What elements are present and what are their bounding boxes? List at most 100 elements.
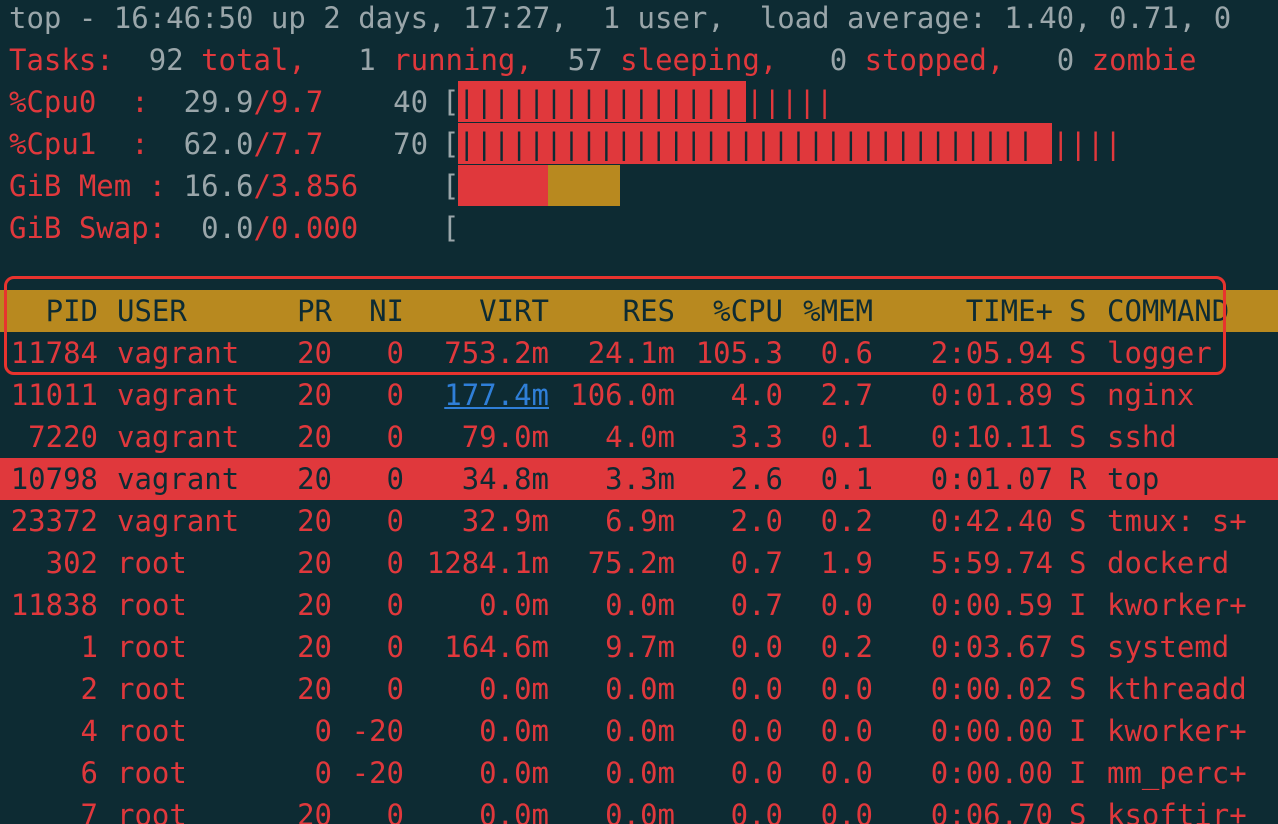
cell-res: 9.7m [605, 630, 675, 664]
tasks-total-label: total, [201, 43, 306, 77]
cell-state: I [1069, 588, 1087, 622]
cell-cpu: 0.0 [730, 756, 783, 790]
cell-pr: 0 [314, 756, 332, 790]
process-row[interactable]: 2 root 20 0 0.0m 0.0m 0.0 0.0 0:00.02 Skthreadd [0, 668, 1278, 710]
cell-pid: 10798 [10, 462, 98, 496]
cell-mem: 0.1 [820, 420, 873, 454]
cell-time: 0:10.11 [930, 420, 1053, 454]
cpu0-system-value: 9.7 [270, 85, 324, 119]
process-row[interactable]: 1 root 20 0 164.6m 9.7m 0.0 0.2 0:03.67 Ssystemd [0, 626, 1278, 668]
cell-time: 0:06.70 [930, 798, 1053, 824]
header-command[interactable]: COMMAND [1107, 290, 1278, 332]
cell-virt: 177.4m [404, 374, 549, 416]
process-row[interactable]: 11011 vagrant 20 0 177.4m 106.0m 4.0 2.7 0:01.89… [0, 374, 1278, 416]
cell-cpu: 3.3 [730, 420, 783, 454]
mem-separator: / [253, 169, 271, 203]
cell-state: I [1069, 714, 1087, 748]
cell-pid: 11838 [10, 588, 98, 622]
cell-command: kthreadd [1107, 672, 1247, 706]
mem-used-bar [458, 165, 548, 206]
cell-res: 75.2m [587, 546, 675, 580]
tasks-sleeping-value: 57 [567, 43, 603, 77]
cell-time: 0:42.40 [930, 504, 1053, 538]
cell-time: 0:03.67 [930, 630, 1053, 664]
cell-pr: 20 [297, 462, 332, 496]
cell-cpu: 0.7 [730, 588, 783, 622]
cell-user: vagrant [117, 336, 240, 370]
process-row[interactable]: 11784 vagrant 20 0 753.2m 24.1m 105.3 0.6 2:05.9… [0, 332, 1278, 374]
cell-pr: 0 [314, 714, 332, 748]
process-row[interactable]: 4 root 0 -20 0.0m 0.0m 0.0 0.0 0:00.00 Ikworker+ [0, 710, 1278, 752]
header-cpu[interactable]: %CPU [675, 290, 783, 332]
cell-cpu: 0.0 [730, 672, 783, 706]
process-row[interactable]: 6 root 0 -20 0.0m 0.0m 0.0 0.0 0:00.00 Imm_perc+ [0, 752, 1278, 794]
cell-mem: 0.2 [820, 630, 873, 664]
header-time[interactable]: TIME+ [873, 290, 1053, 332]
cell-mem: 0.0 [820, 798, 873, 824]
tasks-running-value: 1 [358, 43, 376, 77]
header-pid[interactable]: PID [0, 290, 98, 332]
swap-line: GiB Swap: 0.0/0.000 [9, 207, 358, 249]
process-row[interactable]: 7220 vagrant 20 0 79.0m 4.0m 3.3 0.1 0:10.11 Sssh… [0, 416, 1278, 458]
cell-res: 6.9m [605, 504, 675, 538]
header-virt[interactable]: VIRT [404, 290, 549, 332]
cell-mem: 0.2 [820, 504, 873, 538]
cell-command: kworker+ [1107, 588, 1247, 622]
cell-command: kworker+ [1107, 714, 1247, 748]
cell-virt: 1284.1m [426, 546, 549, 580]
cell-cpu: 2.6 [730, 462, 783, 496]
mem-label: GiB Mem : [9, 169, 167, 203]
cell-cpu: 105.3 [695, 336, 783, 370]
cell-state: S [1069, 378, 1087, 412]
cell-res: 0.0m [605, 672, 675, 706]
cell-virt: 0.0m [479, 588, 549, 622]
cell-res: 3.3m [605, 462, 675, 496]
cell-state: S [1069, 546, 1087, 580]
cell-user: vagrant [117, 378, 240, 412]
swap-separator: / [253, 211, 271, 245]
cell-state: S [1069, 630, 1087, 664]
cell-virt: 0.0m [479, 714, 549, 748]
cell-pid: 302 [45, 546, 98, 580]
cell-ni: -20 [351, 714, 404, 748]
cell-pr: 20 [297, 378, 332, 412]
process-row[interactable]: 23372 vagrant 20 0 32.9m 6.9m 2.0 0.2 0:42.40 Stm… [0, 500, 1278, 542]
cell-command: top [1107, 462, 1160, 496]
process-row[interactable]: 302 root 20 0 1284.1m 75.2m 0.7 1.9 5:59.74 Sdock… [0, 542, 1278, 584]
cell-pr: 20 [297, 798, 332, 824]
virt-link[interactable]: 177.4m [444, 378, 549, 412]
cell-mem: 0.1 [820, 462, 873, 496]
cell-ni: 0 [386, 420, 404, 454]
mem-line: GiB Mem : 16.6/3.856 [9, 165, 358, 207]
cell-mem: 0.0 [820, 756, 873, 790]
cpu1-separator: / [253, 127, 271, 161]
process-row[interactable]: 10798 vagrant 20 0 34.8m 3.3m 2.6 0.1 0:01.07 Rto… [0, 458, 1278, 500]
swap-label: GiB Swap: [9, 211, 167, 245]
cell-pid: 2 [80, 672, 98, 706]
cell-command: systemd [1107, 630, 1230, 664]
header-pr[interactable]: PR [277, 290, 332, 332]
cell-virt: 79.0m [461, 420, 549, 454]
header-ni[interactable]: NI [332, 290, 404, 332]
process-row[interactable]: 7 root 20 0 0.0m 0.0m 0.0 0.0 0:06.70 Sksoftir+ [0, 794, 1278, 824]
cell-pid: 6 [80, 756, 98, 790]
cell-pid: 7220 [28, 420, 98, 454]
cell-ni: -20 [351, 756, 404, 790]
cell-virt: 0.0m [479, 798, 549, 824]
tasks-total-value: 92 [148, 43, 184, 77]
cell-ni: 0 [386, 798, 404, 824]
cpu1-bar-tail: |||| [1052, 127, 1122, 161]
cpu1-usage-bar: ||||||||||||||||||||||||||||||||| [458, 123, 1052, 164]
cell-user: root [117, 756, 187, 790]
cell-virt: 753.2m [444, 336, 549, 370]
uptime-line: top - 16:46:50 up 2 days, 17:27, 1 user,… [9, 1, 1232, 35]
tasks-running-label: running, [393, 43, 533, 77]
tasks-stopped-value: 0 [829, 43, 848, 77]
header-user[interactable]: USER [117, 290, 277, 332]
header-res[interactable]: RES [549, 290, 675, 332]
cell-res: 24.1m [587, 336, 675, 370]
header-mem[interactable]: %MEM [783, 290, 873, 332]
process-row[interactable]: 11838 root 20 0 0.0m 0.0m 0.7 0.0 0:00.59 Ikworke… [0, 584, 1278, 626]
cell-virt: 34.8m [461, 462, 549, 496]
header-state[interactable]: S [1069, 290, 1089, 332]
